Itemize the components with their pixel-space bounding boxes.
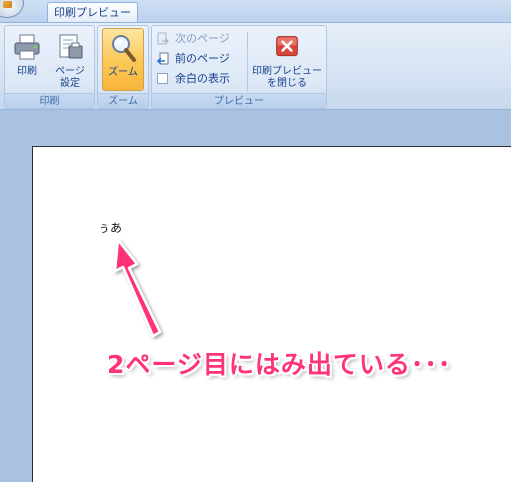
annotation-text: 2ページ目にはみ出ている･･･ [107, 350, 452, 379]
arrow-shape [113, 238, 162, 338]
annotation-arrow [113, 238, 162, 338]
